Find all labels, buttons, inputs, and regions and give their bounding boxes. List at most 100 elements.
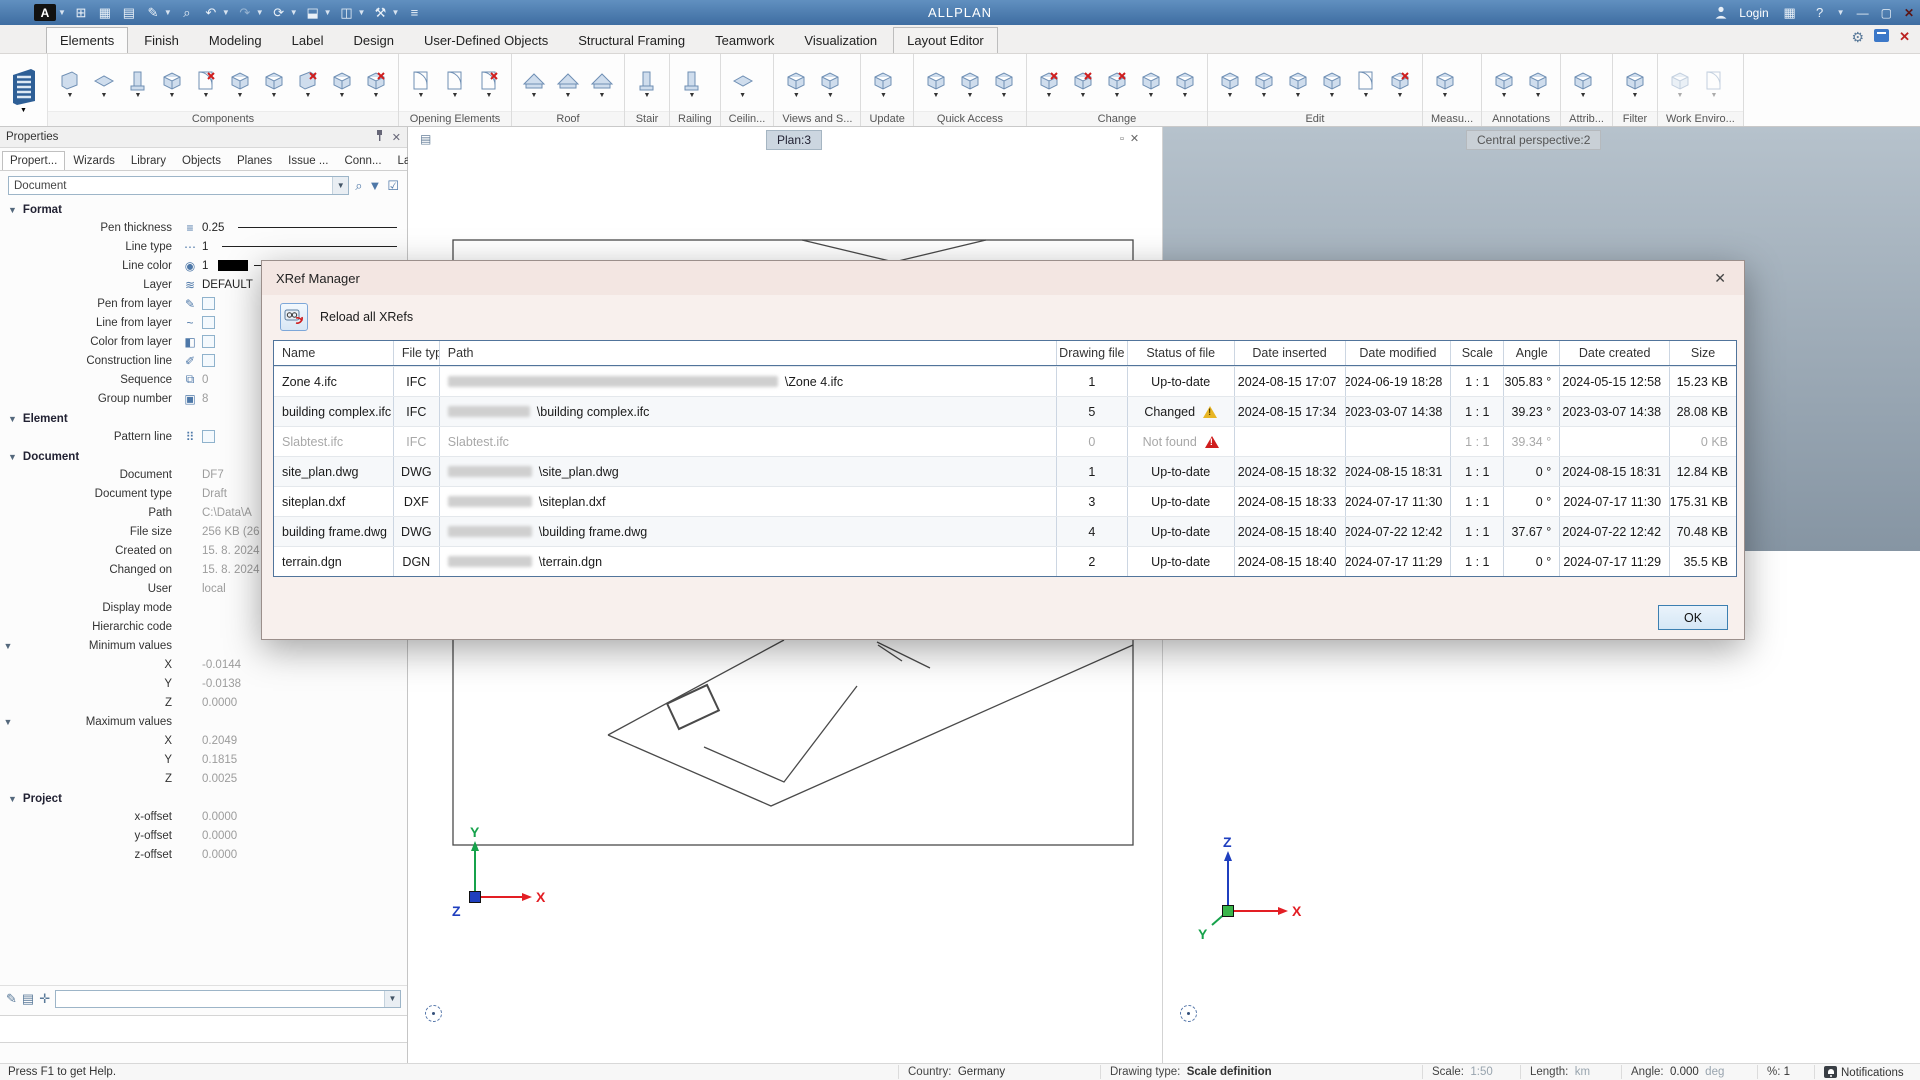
checkbox[interactable] [202, 316, 215, 329]
project-organizer-icon[interactable]: ▦ [96, 5, 114, 21]
checkbox[interactable] [202, 354, 215, 367]
allplan-logo-icon[interactable]: A [34, 4, 56, 21]
chevron-down-icon[interactable]: ▼ [324, 8, 332, 17]
section-header-project[interactable]: ▼Project [0, 788, 407, 807]
note-lines-icon[interactable]: ▼ [1522, 69, 1554, 99]
ok-button[interactable]: OK [1658, 605, 1728, 630]
percent-indicator[interactable]: %: 1 [1767, 1066, 1790, 1078]
xref-row-zone-4-ifc[interactable]: Zone 4.ifcIFC\Zone 4.ifc1Up-to-date2024-… [274, 366, 1736, 396]
tab-layout-editor[interactable]: Layout Editor [893, 27, 998, 53]
tab-design[interactable]: Design [339, 27, 407, 53]
column-header-path[interactable]: Path [440, 341, 1057, 365]
filter-funnel-icon[interactable]: ▼ [1619, 69, 1651, 99]
apps-grid-icon[interactable]: ▦ [1781, 5, 1799, 21]
smart-wall-pen-icon[interactable]: ▼ [292, 69, 324, 99]
xref-row-terrain-dgn[interactable]: terrain.dgnDGN\terrain.dgn2Up-to-date202… [274, 546, 1736, 576]
chevron-down-icon[interactable]: ▼ [391, 8, 399, 17]
collapse-triangle-icon[interactable]: ▼ [8, 452, 17, 462]
drawing-type[interactable]: Drawing type: Scale definition [1110, 1066, 1272, 1078]
railing-icon[interactable]: ▼ [676, 69, 708, 99]
property-value[interactable]: 0.0025 [202, 773, 237, 785]
property-value[interactable]: 0.1815 [202, 754, 237, 766]
properties-tab-wizards[interactable]: Wizards [65, 151, 123, 170]
display-screen-icon[interactable]: ⬓ [304, 5, 322, 21]
column-header-file-type[interactable]: File type [394, 341, 440, 365]
gear-icon[interactable]: ⚙ [1852, 29, 1865, 46]
plan-origin-crosshair-icon[interactable] [425, 1005, 442, 1022]
scale-indicator[interactable]: Scale: 1:50 [1432, 1066, 1493, 1078]
chevron-down-icon[interactable]: ▼ [384, 991, 400, 1007]
section-header-format[interactable]: ▼Format [0, 199, 407, 218]
column-header-date-modified[interactable]: Date modified [1346, 341, 1452, 365]
property-value[interactable]: 0 [202, 374, 208, 386]
collapse-triangle-icon[interactable]: ▼ [8, 794, 17, 804]
toolbar-options-icon[interactable]: ≡ [405, 5, 423, 20]
tab-user-defined-objects[interactable]: User-Defined Objects [410, 27, 562, 53]
undo-icon[interactable]: ↶ [202, 5, 220, 21]
view-section-icon[interactable]: ▼ [780, 69, 812, 99]
angle-indicator[interactable]: Angle: 0.000 deg [1631, 1066, 1724, 1078]
property-value[interactable]: 15. 8. 2024 [202, 545, 260, 557]
pin-icon[interactable] [375, 130, 384, 144]
property-value[interactable]: 256 KB (26 [202, 526, 260, 538]
notifications-button[interactable]: Notifications [1824, 1066, 1904, 1079]
property-value[interactable]: 1 [202, 241, 208, 253]
eyedropper-red-icon[interactable]: ▼ [1067, 69, 1099, 99]
save-icon[interactable]: ▤ [120, 5, 138, 21]
properties-tab-objects[interactable]: Objects [174, 151, 229, 170]
length-indicator[interactable]: Length: km [1530, 1066, 1590, 1078]
properties-tab-issue-[interactable]: Issue ... [280, 151, 336, 170]
property-scope-select[interactable]: Document ▼ [8, 176, 349, 195]
project-new-icon[interactable]: ⊞ [72, 5, 90, 21]
xref-dialog-titlebar[interactable]: XRef Manager ✕ [262, 261, 1744, 295]
chevron-down-icon[interactable]: ▼ [332, 177, 348, 194]
column-header-date-created[interactable]: Date created [1560, 341, 1670, 365]
insert-component-icon[interactable]: ▼ [326, 69, 358, 99]
spline-wave-icon[interactable]: ▼ [1135, 69, 1167, 99]
help-icon[interactable]: ? [1811, 5, 1829, 20]
property-value[interactable]: -0.0144 [202, 659, 241, 671]
ruler-icon[interactable]: ▼ [1429, 69, 1461, 99]
eyedropper-icon[interactable]: ✎ [6, 991, 17, 1007]
panel-layout-icon[interactable] [1874, 29, 1889, 42]
edit-pen-icon[interactable]: ✎ [144, 5, 162, 21]
checkbox[interactable] [202, 430, 215, 443]
mirror-icon[interactable]: ▼ [1316, 69, 1348, 99]
stair-icon[interactable]: ▼ [631, 69, 663, 99]
brush-add-icon[interactable]: ✛ [39, 991, 50, 1007]
property-value[interactable]: 0.0000 [202, 830, 237, 842]
xref-row-building-complex-ifc[interactable]: building complex.ifcIFC\building complex… [274, 396, 1736, 426]
property-value[interactable]: DEFAULT [202, 279, 253, 291]
abc-label-icon[interactable]: ▼ [1488, 69, 1520, 99]
xref-row-slabtest-ifc[interactable]: Slabtest.ifcIFCSlabtest.ifc0Not found1 :… [274, 426, 1736, 456]
checkbox[interactable] [202, 297, 215, 310]
collapse-triangle-icon[interactable]: ▼ [8, 414, 17, 424]
tab-teamwork[interactable]: Teamwork [701, 27, 788, 53]
property-value[interactable]: 0.0000 [202, 697, 237, 709]
column-header-angle[interactable]: Angle [1504, 341, 1560, 365]
close-button[interactable]: ✕ [1904, 6, 1914, 20]
measure-bracket-icon[interactable]: ▼ [988, 69, 1020, 99]
copy-plus-icon[interactable]: ▼ [1214, 69, 1246, 99]
close-icon[interactable]: ✕ [1710, 270, 1730, 287]
column-header-date-inserted[interactable]: Date inserted [1235, 341, 1346, 365]
properties-tab-propert-[interactable]: Propert... [2, 151, 65, 170]
line-icon[interactable]: ▼ [920, 69, 952, 99]
subsection-maximum-values[interactable]: ▼Maximum values [0, 712, 407, 731]
chevron-down-icon[interactable]: ▼ [256, 8, 264, 17]
color-swatch[interactable] [218, 260, 248, 271]
pen-red-icon[interactable]: ▼ [1033, 69, 1065, 99]
property-value[interactable]: 0.0000 [202, 811, 237, 823]
rotate-icon[interactable]: ▼ [1282, 69, 1314, 99]
property-value[interactable]: DF7 [202, 469, 224, 481]
roof-frame-icon[interactable]: ▼ [586, 69, 618, 99]
column-header-scale[interactable]: Scale [1451, 341, 1504, 365]
text-a-icon[interactable]: ▼ [954, 69, 986, 99]
workspace-arrow-disabled-icon[interactable]: ▼ [1664, 69, 1696, 99]
roof-covering-icon[interactable]: ▼ [552, 69, 584, 99]
property-value[interactable]: local [202, 583, 226, 595]
collapse-triangle-icon[interactable]: ▼ [8, 205, 17, 215]
height-h-icon[interactable]: ▼ [1169, 69, 1201, 99]
attribute-tag-icon[interactable]: ▼ [1567, 69, 1599, 99]
property-value[interactable]: C:\Data\A [202, 507, 252, 519]
